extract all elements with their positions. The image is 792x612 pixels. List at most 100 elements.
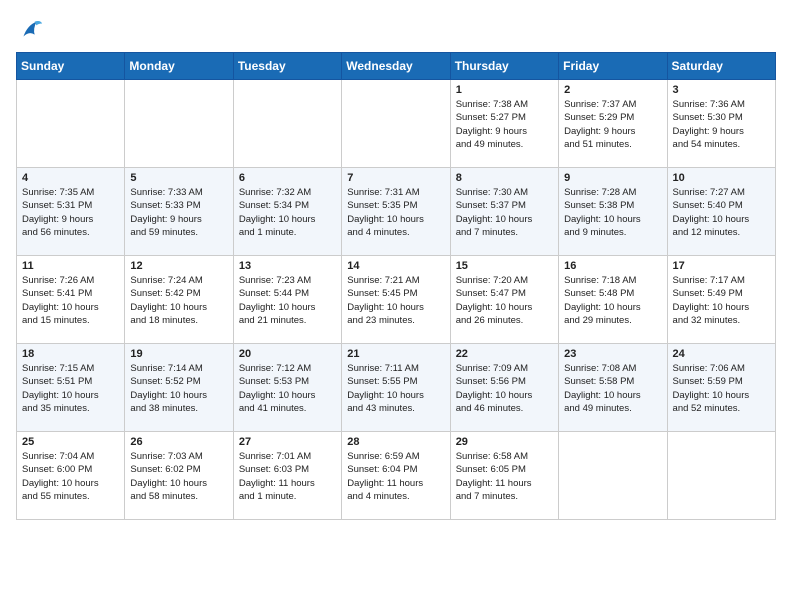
day-info: Sunrise: 7:38 AM Sunset: 5:27 PM Dayligh…: [456, 98, 553, 151]
day-number: 16: [564, 260, 661, 272]
calendar-week-row: 1 Sunrise: 7:38 AM Sunset: 5:27 PM Daylig…: [17, 80, 776, 168]
calendar-cell: 6 Sunrise: 7:32 AM Sunset: 5:34 PM Daylig…: [233, 168, 341, 256]
day-number: 1: [456, 84, 553, 96]
day-number: 23: [564, 348, 661, 360]
day-info: Sunrise: 7:12 AM Sunset: 5:53 PM Dayligh…: [239, 362, 336, 415]
day-info: Sunrise: 7:08 AM Sunset: 5:58 PM Dayligh…: [564, 362, 661, 415]
calendar-cell: 21 Sunrise: 7:11 AM Sunset: 5:55 PM Dayli…: [342, 344, 450, 432]
calendar-cell: 2 Sunrise: 7:37 AM Sunset: 5:29 PM Daylig…: [559, 80, 667, 168]
day-number: 13: [239, 260, 336, 272]
day-number: 24: [673, 348, 770, 360]
calendar-cell: 7 Sunrise: 7:31 AM Sunset: 5:35 PM Daylig…: [342, 168, 450, 256]
calendar-cell: 4Sunrise: 7:35 AM Sunset: 5:31 PM Daylig…: [17, 168, 125, 256]
calendar-cell: 3Sunrise: 7:36 AM Sunset: 5:30 PM Daylig…: [667, 80, 775, 168]
day-info: Sunrise: 7:23 AM Sunset: 5:44 PM Dayligh…: [239, 274, 336, 327]
day-info: Sunrise: 7:37 AM Sunset: 5:29 PM Dayligh…: [564, 98, 661, 151]
day-info: Sunrise: 7:24 AM Sunset: 5:42 PM Dayligh…: [130, 274, 227, 327]
calendar-cell: 1 Sunrise: 7:38 AM Sunset: 5:27 PM Daylig…: [450, 80, 558, 168]
day-info: Sunrise: 7:30 AM Sunset: 5:37 PM Dayligh…: [456, 186, 553, 239]
calendar-week-row: 4Sunrise: 7:35 AM Sunset: 5:31 PM Daylig…: [17, 168, 776, 256]
day-info: Sunrise: 7:01 AM Sunset: 6:03 PM Dayligh…: [239, 450, 336, 503]
day-number: 18: [22, 348, 119, 360]
day-number: 28: [347, 436, 444, 448]
day-number: 8: [456, 172, 553, 184]
day-number: 25: [22, 436, 119, 448]
calendar-cell: [667, 432, 775, 520]
calendar-header-monday: Monday: [125, 53, 233, 80]
calendar-cell: 28 Sunrise: 6:59 AM Sunset: 6:04 PM Dayli…: [342, 432, 450, 520]
day-info: Sunrise: 7:11 AM Sunset: 5:55 PM Dayligh…: [347, 362, 444, 415]
calendar-cell: 19Sunrise: 7:14 AM Sunset: 5:52 PM Dayli…: [125, 344, 233, 432]
calendar-header-sunday: Sunday: [17, 53, 125, 80]
day-number: 9: [564, 172, 661, 184]
day-number: 3: [673, 84, 770, 96]
calendar-header-row: SundayMondayTuesdayWednesdayThursdayFrid…: [17, 53, 776, 80]
day-info: Sunrise: 7:31 AM Sunset: 5:35 PM Dayligh…: [347, 186, 444, 239]
calendar-cell: 22 Sunrise: 7:09 AM Sunset: 5:56 PM Dayli…: [450, 344, 558, 432]
calendar-cell: 12 Sunrise: 7:24 AM Sunset: 5:42 PM Dayli…: [125, 256, 233, 344]
calendar-cell: 16Sunrise: 7:18 AM Sunset: 5:48 PM Dayli…: [559, 256, 667, 344]
day-number: 21: [347, 348, 444, 360]
day-number: 10: [673, 172, 770, 184]
day-info: Sunrise: 7:27 AM Sunset: 5:40 PM Dayligh…: [673, 186, 770, 239]
calendar-table: SundayMondayTuesdayWednesdayThursdayFrid…: [16, 52, 776, 520]
calendar-cell: 20 Sunrise: 7:12 AM Sunset: 5:53 PM Dayli…: [233, 344, 341, 432]
calendar-header-tuesday: Tuesday: [233, 53, 341, 80]
day-info: Sunrise: 7:26 AM Sunset: 5:41 PM Dayligh…: [22, 274, 119, 327]
day-number: 20: [239, 348, 336, 360]
day-number: 11: [22, 260, 119, 272]
calendar-header-saturday: Saturday: [667, 53, 775, 80]
calendar-week-row: 11 Sunrise: 7:26 AM Sunset: 5:41 PM Dayli…: [17, 256, 776, 344]
day-number: 29: [456, 436, 553, 448]
day-number: 26: [130, 436, 227, 448]
page-header: [16, 16, 776, 44]
day-info: Sunrise: 7:09 AM Sunset: 5:56 PM Dayligh…: [456, 362, 553, 415]
calendar-week-row: 25 Sunrise: 7:04 AM Sunset: 6:00 PM Dayli…: [17, 432, 776, 520]
day-number: 7: [347, 172, 444, 184]
day-number: 2: [564, 84, 661, 96]
calendar-cell: 13 Sunrise: 7:23 AM Sunset: 5:44 PM Dayli…: [233, 256, 341, 344]
calendar-cell: [233, 80, 341, 168]
calendar-cell: 18 Sunrise: 7:15 AM Sunset: 5:51 PM Dayli…: [17, 344, 125, 432]
day-number: 15: [456, 260, 553, 272]
day-info: Sunrise: 7:32 AM Sunset: 5:34 PM Dayligh…: [239, 186, 336, 239]
calendar-header-wednesday: Wednesday: [342, 53, 450, 80]
logo: [16, 16, 48, 44]
day-info: Sunrise: 6:58 AM Sunset: 6:05 PM Dayligh…: [456, 450, 553, 503]
calendar-cell: 15 Sunrise: 7:20 AM Sunset: 5:47 PM Dayli…: [450, 256, 558, 344]
day-info: Sunrise: 7:15 AM Sunset: 5:51 PM Dayligh…: [22, 362, 119, 415]
calendar-cell: 5Sunrise: 7:33 AM Sunset: 5:33 PM Daylig…: [125, 168, 233, 256]
day-info: Sunrise: 7:17 AM Sunset: 5:49 PM Dayligh…: [673, 274, 770, 327]
calendar-cell: 10 Sunrise: 7:27 AM Sunset: 5:40 PM Dayli…: [667, 168, 775, 256]
calendar-cell: 23 Sunrise: 7:08 AM Sunset: 5:58 PM Dayli…: [559, 344, 667, 432]
day-number: 22: [456, 348, 553, 360]
calendar-cell: 26 Sunrise: 7:03 AM Sunset: 6:02 PM Dayli…: [125, 432, 233, 520]
day-info: Sunrise: 7:21 AM Sunset: 5:45 PM Dayligh…: [347, 274, 444, 327]
calendar-cell: 27Sunrise: 7:01 AM Sunset: 6:03 PM Dayli…: [233, 432, 341, 520]
day-info: Sunrise: 7:20 AM Sunset: 5:47 PM Dayligh…: [456, 274, 553, 327]
day-info: Sunrise: 7:03 AM Sunset: 6:02 PM Dayligh…: [130, 450, 227, 503]
calendar-cell: 25 Sunrise: 7:04 AM Sunset: 6:00 PM Dayli…: [17, 432, 125, 520]
day-number: 5: [130, 172, 227, 184]
calendar-cell: 17 Sunrise: 7:17 AM Sunset: 5:49 PM Dayli…: [667, 256, 775, 344]
day-number: 17: [673, 260, 770, 272]
logo-bird-icon: [16, 16, 44, 44]
day-number: 4: [22, 172, 119, 184]
day-info: Sunrise: 6:59 AM Sunset: 6:04 PM Dayligh…: [347, 450, 444, 503]
calendar-cell: [559, 432, 667, 520]
day-info: Sunrise: 7:06 AM Sunset: 5:59 PM Dayligh…: [673, 362, 770, 415]
calendar-cell: 9 Sunrise: 7:28 AM Sunset: 5:38 PM Daylig…: [559, 168, 667, 256]
calendar-week-row: 18 Sunrise: 7:15 AM Sunset: 5:51 PM Dayli…: [17, 344, 776, 432]
calendar-header-friday: Friday: [559, 53, 667, 80]
calendar-cell: [17, 80, 125, 168]
calendar-cell: [125, 80, 233, 168]
day-info: Sunrise: 7:28 AM Sunset: 5:38 PM Dayligh…: [564, 186, 661, 239]
calendar-cell: 8 Sunrise: 7:30 AM Sunset: 5:37 PM Daylig…: [450, 168, 558, 256]
calendar-cell: 11 Sunrise: 7:26 AM Sunset: 5:41 PM Dayli…: [17, 256, 125, 344]
day-number: 12: [130, 260, 227, 272]
day-info: Sunrise: 7:04 AM Sunset: 6:00 PM Dayligh…: [22, 450, 119, 503]
day-number: 6: [239, 172, 336, 184]
day-number: 14: [347, 260, 444, 272]
calendar-cell: 14 Sunrise: 7:21 AM Sunset: 5:45 PM Dayli…: [342, 256, 450, 344]
day-info: Sunrise: 7:14 AM Sunset: 5:52 PM Dayligh…: [130, 362, 227, 415]
